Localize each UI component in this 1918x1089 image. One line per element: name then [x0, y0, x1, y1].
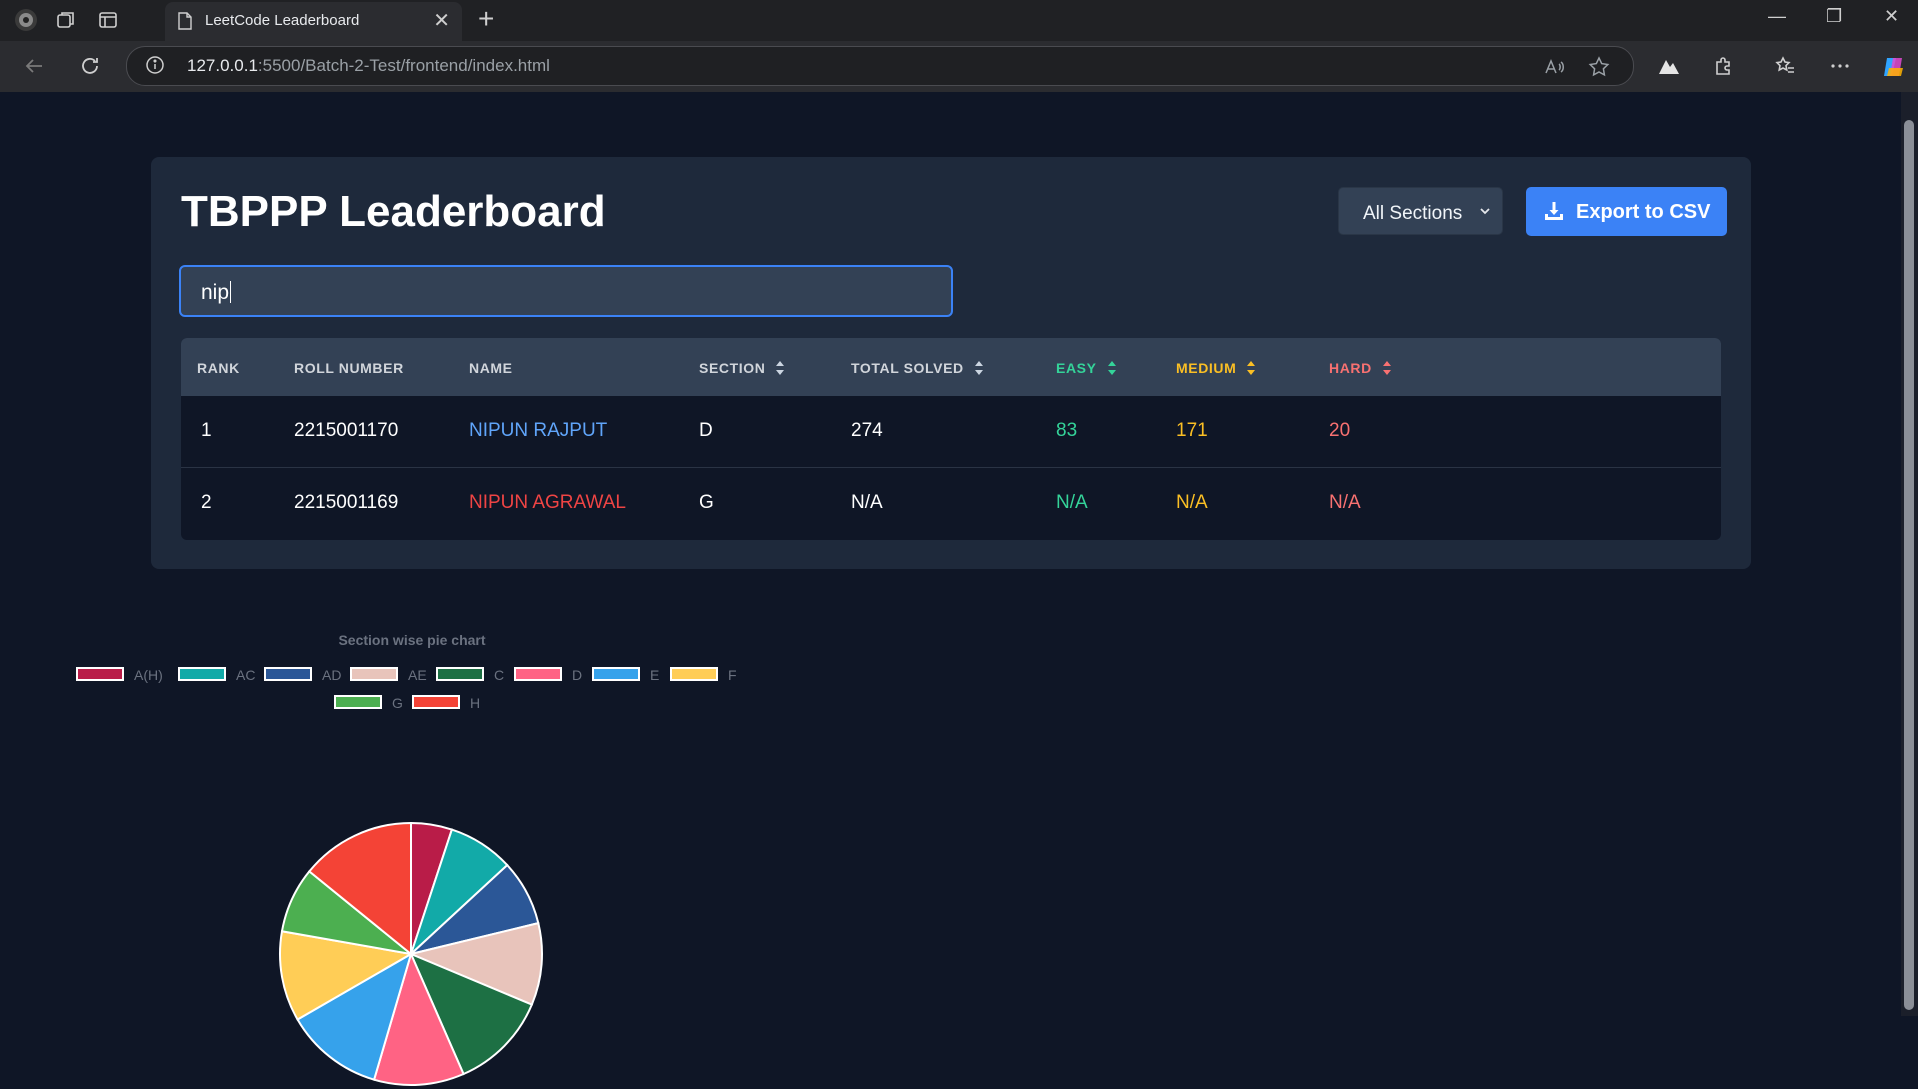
col-section-label: SECTION	[699, 360, 766, 376]
browser-tab-strip: LeetCode Leaderboard ✕ + — ❐ ✕	[0, 0, 1918, 41]
table-row: 2 2215001169 NIPUN AGRAWAL G N/A N/A N/A…	[181, 468, 1721, 539]
download-icon	[1544, 201, 1564, 221]
col-section[interactable]: SECTION	[699, 360, 785, 376]
close-tab-icon[interactable]: ✕	[433, 11, 450, 31]
cell-easy: N/A	[1056, 492, 1088, 513]
cell-hard: N/A	[1329, 492, 1361, 513]
vertical-tabs-icon[interactable]	[96, 8, 120, 32]
legend-label: C	[494, 667, 505, 683]
col-name: NAME	[469, 360, 513, 376]
legend-label: H	[470, 695, 481, 711]
legend-label: AC	[236, 667, 256, 683]
extensions-puzzle-icon[interactable]	[1712, 54, 1736, 78]
sort-icon	[1247, 361, 1256, 375]
text-caret	[230, 281, 232, 303]
cell-hard: 20	[1329, 420, 1351, 441]
restore-icon[interactable]: ❐	[1826, 6, 1842, 27]
table-row: 1 2215001170 NIPUN RAJPUT D 274 83 171 2…	[181, 396, 1721, 468]
read-aloud-icon[interactable]	[1542, 55, 1566, 79]
sort-icon	[1107, 361, 1116, 375]
legend-swatch	[334, 695, 382, 709]
cell-rank: 2	[201, 492, 212, 513]
url-host: 127.0.0.1	[187, 56, 258, 75]
col-medium[interactable]: MEDIUM	[1176, 360, 1256, 376]
minimize-icon[interactable]: —	[1768, 6, 1786, 27]
legend-label: AE	[408, 667, 427, 683]
legend-swatch	[514, 667, 562, 681]
export-csv-button[interactable]: Export to CSV	[1526, 187, 1727, 236]
col-hard[interactable]: HARD	[1329, 360, 1392, 376]
cell-total: N/A	[851, 492, 883, 513]
search-input-value: nip	[201, 281, 230, 304]
copilot-icon[interactable]	[1881, 54, 1905, 78]
section-select[interactable]: All Sections	[1338, 187, 1503, 235]
page-title: TBPPP Leaderboard	[181, 187, 606, 236]
section-pie-chart	[279, 821, 543, 1086]
col-rank: RANK	[197, 360, 240, 376]
close-window-icon[interactable]: ✕	[1884, 6, 1899, 27]
address-bar[interactable]: 127.0.0.1:5500/Batch-2-Test/frontend/ind…	[126, 46, 1634, 86]
table-header: RANK ROLL NUMBER NAME SECTION TOTAL SOLV…	[181, 338, 1721, 396]
legend-label: D	[572, 667, 583, 683]
col-total-solved-label: TOTAL SOLVED	[851, 360, 964, 376]
more-options-icon[interactable]	[1828, 54, 1852, 78]
legend-swatch	[412, 695, 460, 709]
sort-icon	[776, 361, 785, 375]
legend-swatch	[670, 667, 718, 681]
legend-label: E	[650, 667, 660, 683]
legend-swatch	[76, 667, 124, 681]
col-total-solved[interactable]: TOTAL SOLVED	[851, 360, 984, 376]
legend-swatch	[264, 667, 312, 681]
col-roll-number: ROLL NUMBER	[294, 360, 404, 376]
cell-name-link[interactable]: NIPUN AGRAWAL	[469, 492, 626, 514]
legend-swatch	[592, 667, 640, 681]
cell-roll: 2215001170	[294, 420, 399, 441]
search-input[interactable]: nip	[179, 265, 953, 317]
back-icon[interactable]	[22, 54, 46, 78]
cell-section: D	[699, 420, 713, 441]
export-csv-label: Export to CSV	[1576, 201, 1711, 223]
new-tab-icon[interactable]: +	[478, 5, 494, 33]
chevron-down-icon	[1478, 204, 1492, 218]
chart-title: Section wise pie chart	[338, 632, 486, 648]
cell-section: G	[699, 492, 714, 513]
favorites-icon[interactable]	[1773, 54, 1797, 78]
legend-label: F	[728, 667, 737, 683]
extension-mountain-icon[interactable]	[1657, 54, 1681, 78]
leaderboard-table: RANK ROLL NUMBER NAME SECTION TOTAL SOLV…	[181, 338, 1721, 540]
page-viewport: TBPPP Leaderboard All Sections Export to…	[6, 92, 1901, 1086]
cell-total: 274	[851, 420, 883, 441]
section-select-value: All Sections	[1363, 203, 1463, 224]
sort-icon	[974, 361, 983, 375]
cell-name-link[interactable]: NIPUN RAJPUT	[469, 420, 607, 442]
col-easy-label: EASY	[1056, 360, 1097, 376]
cell-roll: 2215001169	[294, 492, 399, 513]
site-info-icon[interactable]	[145, 55, 165, 75]
browser-tab-active[interactable]: LeetCode Leaderboard ✕	[165, 2, 462, 41]
col-easy[interactable]: EASY	[1056, 360, 1117, 376]
legend-swatch	[178, 667, 226, 681]
tab-title: LeetCode Leaderboard	[205, 12, 360, 29]
reload-icon[interactable]	[78, 54, 102, 78]
cell-medium: 171	[1176, 420, 1208, 441]
profile-avatar-icon[interactable]	[14, 8, 38, 32]
cell-medium: N/A	[1176, 492, 1208, 513]
document-icon	[177, 12, 193, 30]
legend-swatch	[350, 667, 398, 681]
legend-label: G	[392, 695, 403, 711]
scrollbar-thumb[interactable]	[1904, 120, 1914, 1010]
url-path: :5500/Batch-2-Test/frontend/index.html	[257, 56, 550, 75]
cell-easy: 83	[1056, 420, 1078, 441]
url-text: 127.0.0.1:5500/Batch-2-Test/frontend/ind…	[187, 56, 550, 76]
legend-label: A(H)	[134, 667, 163, 683]
legend-label: AD	[322, 667, 342, 683]
sort-icon	[1382, 361, 1391, 375]
favorite-star-icon[interactable]	[1587, 55, 1611, 79]
workspaces-icon[interactable]	[54, 8, 78, 32]
legend-swatch	[436, 667, 484, 681]
col-hard-label: HARD	[1329, 360, 1372, 376]
leaderboard-card: TBPPP Leaderboard All Sections Export to…	[151, 157, 1751, 569]
cell-rank: 1	[201, 420, 212, 441]
col-medium-label: MEDIUM	[1176, 360, 1237, 376]
